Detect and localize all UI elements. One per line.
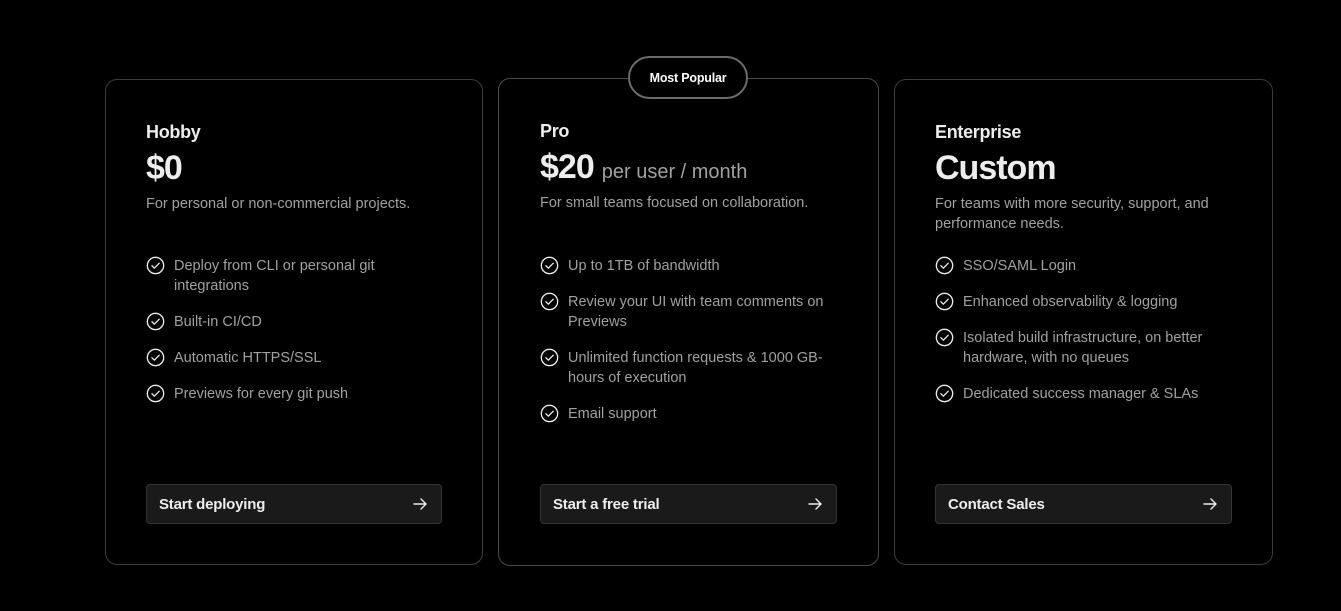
plan-price: $20 bbox=[540, 148, 595, 186]
feature-item: Deploy from CLI or personal git integrat… bbox=[146, 256, 446, 296]
feature-text: Dedicated success manager & SLAs bbox=[963, 386, 1199, 402]
feature-text: Email support bbox=[568, 406, 657, 422]
price-unit: per user / month bbox=[601, 161, 748, 183]
feature-item: Isolated build infrastructure, on better… bbox=[935, 328, 1236, 368]
plan-name: Hobby bbox=[146, 122, 201, 142]
check-circle-icon bbox=[540, 292, 559, 311]
plan-price: Custom bbox=[935, 149, 1057, 187]
feature-text: Review your UI with team comments on Pre… bbox=[568, 294, 824, 330]
feature-item: Enhanced observability & logging bbox=[935, 292, 1236, 312]
check-circle-icon bbox=[935, 384, 954, 403]
feature-item: Dedicated success manager & SLAs bbox=[935, 384, 1236, 404]
check-circle-icon bbox=[935, 328, 954, 347]
plan-name: Enterprise bbox=[935, 122, 1022, 142]
feature-text: SSO/SAML Login bbox=[963, 258, 1077, 274]
start-deploying-button[interactable]: Start deploying bbox=[146, 484, 442, 524]
feature-item: Automatic HTTPS/SSL bbox=[146, 348, 446, 368]
check-circle-icon bbox=[935, 256, 954, 275]
plan-card-pro: Pro $20 per user / month For small teams… bbox=[498, 78, 879, 566]
check-circle-icon bbox=[540, 404, 559, 423]
feature-text: Unlimited function requests & 1000 GB-ho… bbox=[568, 350, 823, 386]
price-row: $20 per user / month bbox=[540, 147, 838, 187]
plan-price: $0 bbox=[146, 149, 183, 187]
plan-description: For teams with more security, support, a… bbox=[935, 196, 1209, 232]
price-row: Custom bbox=[935, 148, 1232, 188]
check-circle-icon bbox=[540, 256, 559, 275]
feature-item: Previews for every git push bbox=[146, 384, 446, 404]
check-circle-icon bbox=[146, 348, 165, 367]
cta-label: Start deploying bbox=[159, 495, 266, 513]
check-circle-icon bbox=[540, 348, 559, 367]
start-free-trial-button[interactable]: Start a free trial bbox=[540, 484, 837, 524]
plan-card-hobby: Hobby $0 For personal or non-commercial … bbox=[105, 79, 483, 565]
feature-text: Automatic HTTPS/SSL bbox=[174, 350, 322, 366]
feature-item: Up to 1TB of bandwidth bbox=[540, 256, 842, 276]
arrow-right-icon bbox=[1203, 498, 1217, 510]
check-circle-icon bbox=[146, 384, 165, 403]
feature-text: Up to 1TB of bandwidth bbox=[568, 258, 720, 274]
feature-item: Built-in CI/CD bbox=[146, 312, 446, 332]
feature-list: Deploy from CLI or personal git integrat… bbox=[146, 256, 446, 420]
pricing-page: Hobby $0 For personal or non-commercial … bbox=[0, 0, 1341, 611]
cta-label: Start a free trial bbox=[553, 495, 660, 513]
feature-item: Unlimited function requests & 1000 GB-ho… bbox=[540, 348, 842, 388]
feature-text: Built-in CI/CD bbox=[174, 314, 262, 330]
plan-name: Pro bbox=[540, 121, 570, 141]
cta-label: Contact Sales bbox=[948, 495, 1045, 513]
check-circle-icon bbox=[146, 312, 165, 331]
feature-list: SSO/SAML Login Enhanced observability & … bbox=[935, 256, 1236, 420]
plan-header: Enterprise Custom For teams with more se… bbox=[935, 120, 1232, 234]
most-popular-badge: Most Popular bbox=[628, 56, 748, 99]
price-row: $0 bbox=[146, 148, 442, 188]
plan-description: For personal or non-commercial projects. bbox=[146, 196, 411, 212]
feature-item: Email support bbox=[540, 404, 842, 424]
check-circle-icon bbox=[146, 256, 165, 275]
feature-text: Enhanced observability & logging bbox=[963, 294, 1178, 310]
check-circle-icon bbox=[935, 292, 954, 311]
feature-text: Previews for every git push bbox=[174, 386, 349, 402]
arrow-right-icon bbox=[808, 498, 822, 510]
plan-header: Pro $20 per user / month For small teams… bbox=[540, 119, 838, 213]
feature-list: Up to 1TB of bandwidth Review your UI wi… bbox=[540, 256, 842, 440]
plan-description: For small teams focused on collaboration… bbox=[540, 195, 809, 211]
contact-sales-button[interactable]: Contact Sales bbox=[935, 484, 1232, 524]
feature-item: Review your UI with team comments on Pre… bbox=[540, 292, 842, 332]
feature-text: Isolated build infrastructure, on better… bbox=[963, 330, 1203, 366]
feature-text: Deploy from CLI or personal git integrat… bbox=[174, 258, 375, 294]
feature-item: SSO/SAML Login bbox=[935, 256, 1236, 276]
plan-header: Hobby $0 For personal or non-commercial … bbox=[146, 120, 442, 214]
arrow-right-icon bbox=[413, 498, 427, 510]
plan-card-enterprise: Enterprise Custom For teams with more se… bbox=[894, 79, 1273, 565]
